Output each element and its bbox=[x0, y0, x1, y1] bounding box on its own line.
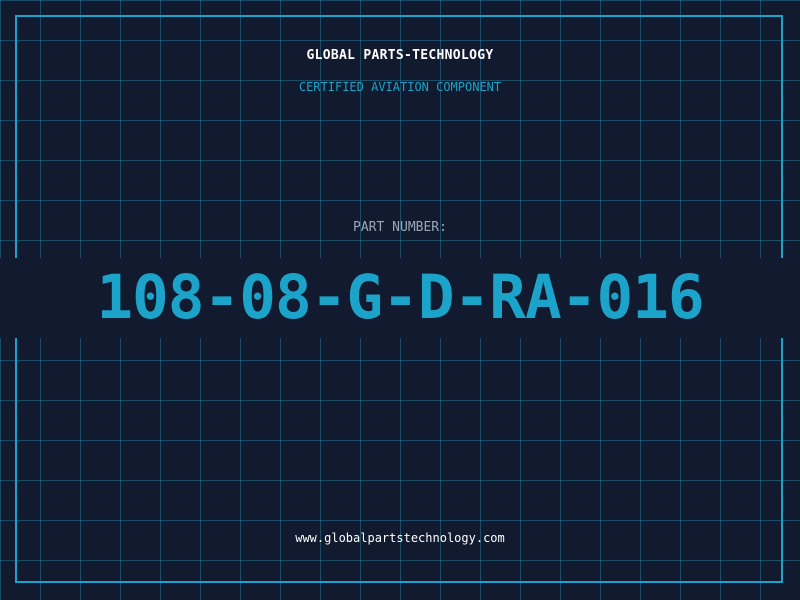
certification-subtitle: CERTIFIED AVIATION COMPONENT bbox=[298, 80, 502, 94]
website-url: www.globalpartstechnology.com bbox=[295, 531, 505, 545]
part-number-value: 108-08-G-D-RA-016 bbox=[96, 262, 704, 333]
certificate-page: GLOBAL PARTS-TECHNOLOGY CERTIFIED AVIATI… bbox=[0, 0, 800, 600]
company-name: GLOBAL PARTS-TECHNOLOGY bbox=[306, 48, 494, 63]
part-number-label: PART NUMBER: bbox=[353, 220, 447, 235]
